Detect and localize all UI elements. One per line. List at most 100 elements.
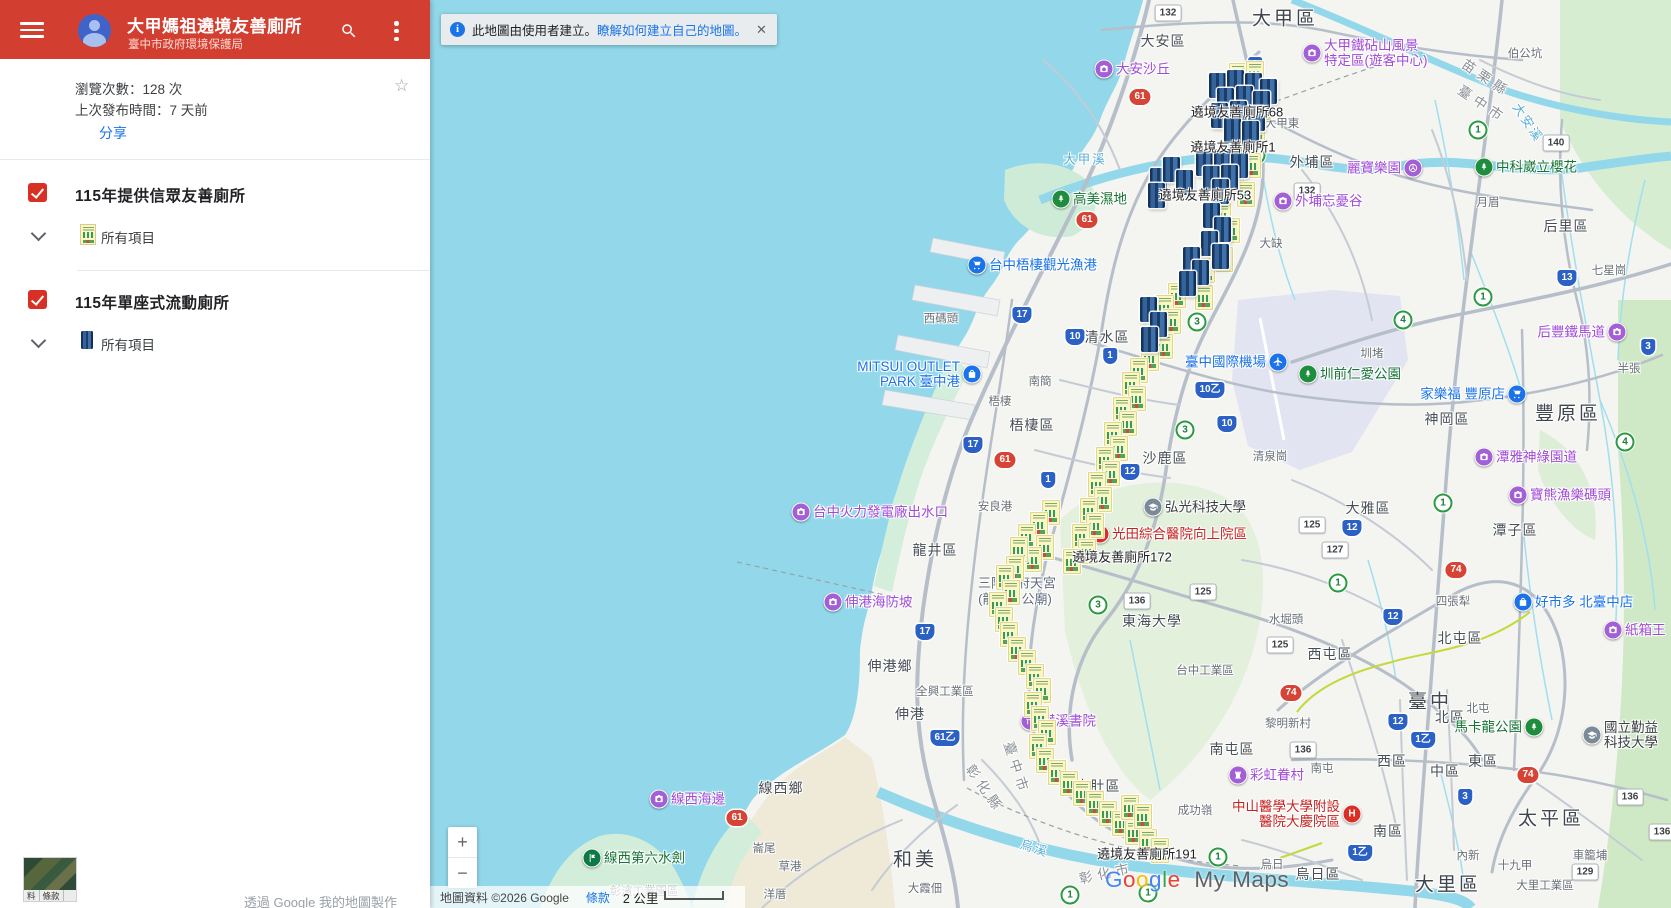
poi-school-icon[interactable] <box>1583 726 1602 745</box>
layer1-title[interactable]: 115年提供信眾友善廁所 <box>75 184 246 206</box>
mini-attr[interactable]: 料 <box>24 890 40 901</box>
chevron-down-icon[interactable] <box>31 333 47 349</box>
road-shield: 12 <box>1120 464 1139 480</box>
banner-learn-link[interactable]: 瞭解如何建立自己的地圖。 <box>597 20 747 39</box>
road-shield: 3 <box>1188 313 1207 332</box>
poi-label[interactable]: 台中梧棲觀光漁港 <box>989 258 1097 273</box>
layer2-title[interactable]: 115年單座式流動廁所 <box>75 291 230 313</box>
map-label: 內新 <box>1457 847 1480 863</box>
poi-label[interactable]: 家樂福 豐原店 <box>1420 387 1505 402</box>
poi-label[interactable]: 外埔忘憂谷 <box>1295 194 1363 209</box>
avatar[interactable] <box>78 14 111 47</box>
road-shield: 1 <box>1469 121 1488 140</box>
map-label: 全興工業區 <box>916 683 974 699</box>
poi-label[interactable]: 圳前仁愛公園 <box>1320 367 1401 382</box>
search-icon[interactable] <box>340 22 358 40</box>
road-shield: 17 <box>1012 307 1031 323</box>
poi-tree-icon[interactable] <box>1475 158 1494 177</box>
poi-bag-icon[interactable] <box>1514 593 1533 612</box>
poi-label[interactable]: 中科崴立櫻花 <box>1496 160 1577 175</box>
poi-castle-icon[interactable] <box>1229 766 1248 785</box>
poi-label[interactable]: 線西第六水劍 <box>604 851 685 866</box>
satellite-toggle[interactable]: 料 條款 <box>23 857 77 902</box>
poi-label[interactable]: 線西海邊 <box>671 792 725 807</box>
poi-camera-icon[interactable] <box>1509 486 1528 505</box>
map-label: 南屯區 <box>1210 739 1255 759</box>
map-label: 中區 <box>1430 761 1460 781</box>
poi-tree-icon[interactable] <box>1052 190 1071 209</box>
more-options-icon[interactable] <box>394 21 400 41</box>
toilet-marker[interactable] <box>1212 244 1229 269</box>
poi-label[interactable]: 紙箱王 <box>1625 623 1666 638</box>
poi-label[interactable]: 大安沙丘 <box>1116 62 1170 77</box>
zoom-out-button[interactable]: − <box>448 858 477 888</box>
layer2-checkbox[interactable] <box>28 290 47 309</box>
toilet-route-label: 遶境友善廁所68 <box>1191 102 1283 121</box>
map-title[interactable]: 大甲媽祖遶境友善廁所 <box>127 12 302 37</box>
road-shield: 61 <box>726 810 747 826</box>
poi-school-icon[interactable] <box>1144 498 1163 517</box>
poi-hosp-icon[interactable]: H <box>1343 805 1362 824</box>
sidebar-header: 大甲媽祖遶境友善廁所 臺中市政府環境保護局 <box>0 0 430 59</box>
my-maps-label: My Maps <box>1194 867 1289 892</box>
poi-camera-icon[interactable] <box>824 593 843 612</box>
poi-plane-icon[interactable] <box>1269 353 1288 372</box>
chevron-down-icon[interactable] <box>31 226 47 242</box>
poi-bag-icon[interactable] <box>963 365 982 384</box>
layer1-all-items[interactable]: 所有項目 <box>101 227 155 247</box>
poi-label[interactable]: 臺中國際機場 <box>1185 355 1266 370</box>
divider <box>0 159 430 160</box>
toilet-marker[interactable] <box>1179 271 1196 296</box>
poi-label[interactable]: 后豐鐵馬道 <box>1538 325 1606 340</box>
map-label: 台中工業區 <box>1176 662 1234 678</box>
toilet-poster-marker[interactable] <box>1134 804 1152 829</box>
poi-label[interactable]: 中山醫學大學附設 醫院大慶院區 <box>1232 799 1340 829</box>
poi-label[interactable]: 國立勤益 科技大學 <box>1604 720 1658 750</box>
poi-label[interactable]: 彩虹眷村 <box>1250 768 1304 783</box>
map-label: 烏溪 <box>1018 833 1051 860</box>
toilet-marker[interactable] <box>1141 327 1158 352</box>
layer2-all-items[interactable]: 所有項目 <box>101 334 155 354</box>
map-label: 龍井區 <box>913 540 958 560</box>
poi-label[interactable]: 弘光科技大學 <box>1165 500 1246 515</box>
poi-flag-icon[interactable] <box>583 849 602 868</box>
poi-tree-icon[interactable] <box>1525 718 1544 737</box>
layer1-checkbox[interactable] <box>28 183 47 202</box>
close-icon[interactable]: ✕ <box>756 23 767 36</box>
poi-ferris-icon[interactable] <box>1404 159 1423 178</box>
poi-label[interactable]: 光田綜合醫院向上院區 <box>1112 527 1247 542</box>
poi-label[interactable]: 伸港海防坡 <box>845 595 913 610</box>
poi-camera-icon[interactable] <box>792 503 811 522</box>
poi-camera-icon[interactable] <box>650 790 669 809</box>
poi-camera-icon[interactable] <box>1608 323 1627 342</box>
map-label: 和美 <box>893 845 937 872</box>
poi-label[interactable]: 台中火力發電廠出水口 <box>813 505 948 520</box>
poi-label[interactable]: 好市多 北臺中店 <box>1535 595 1633 610</box>
map-label: 安良港 <box>978 498 1013 514</box>
star-icon[interactable]: ☆ <box>394 76 409 96</box>
last-published: 上次發布時間：7 天前 <box>75 99 208 119</box>
mini-terms[interactable]: 條款 <box>40 890 64 901</box>
menu-icon[interactable] <box>20 22 44 38</box>
poi-camera-icon[interactable] <box>1274 192 1293 211</box>
poi-cart-icon[interactable] <box>968 256 987 275</box>
poi-label[interactable]: 大甲鐵砧山風景 特定區(遊客中心) <box>1324 38 1428 68</box>
poi-camera-icon[interactable] <box>1095 60 1114 79</box>
poi-label[interactable]: 麗寶樂園 <box>1347 161 1401 176</box>
terms-link[interactable]: 條款 <box>586 889 610 906</box>
poi-camera-icon[interactable] <box>1604 621 1623 640</box>
poi-label[interactable]: MITSUI OUTLET PARK 臺中港 <box>857 359 960 389</box>
share-button[interactable]: 分享 <box>99 123 127 143</box>
made-with-google: 透過 Google 我的地圖製作 <box>244 892 397 908</box>
poi-camera-icon[interactable] <box>1303 44 1322 63</box>
poi-label[interactable]: 高美濕地 <box>1073 192 1127 207</box>
poi-label[interactable]: 馬卡龍公園 <box>1455 720 1523 735</box>
poi-label[interactable]: 寶熊漁樂碼頭 <box>1530 488 1611 503</box>
zoom-in-button[interactable]: + <box>448 827 477 858</box>
map-label: 伸港 <box>895 704 925 724</box>
toilet-poster-marker[interactable] <box>1195 285 1213 310</box>
poi-label[interactable]: 潭雅神綠園道 <box>1496 450 1577 465</box>
poi-camera-icon[interactable] <box>1475 448 1494 467</box>
poi-tree-icon[interactable] <box>1299 365 1318 384</box>
poi-cart-icon[interactable] <box>1508 385 1527 404</box>
